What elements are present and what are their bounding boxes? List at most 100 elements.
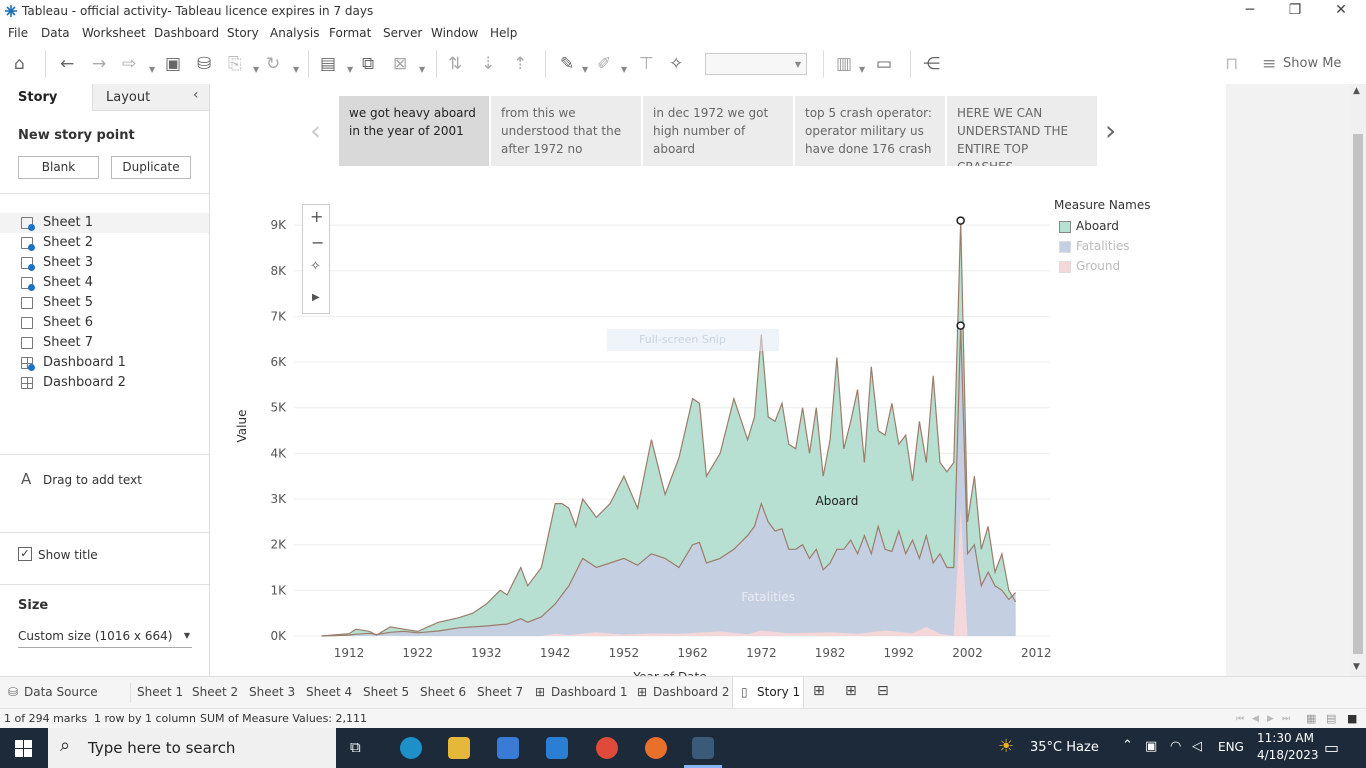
- meet-now-icon[interactable]: ▣: [1145, 739, 1157, 754]
- sheet-list-item[interactable]: Sheet 4: [0, 273, 209, 293]
- tab-sheet-3[interactable]: Sheet 3: [249, 685, 295, 699]
- chevron-down-icon[interactable]: ▼: [253, 60, 259, 80]
- tab-story-1[interactable]: ▯ Story 1: [732, 677, 804, 708]
- windows-start-icon[interactable]: [15, 740, 32, 757]
- story-point-1[interactable]: we got heavy aboard in the year of 2001: [339, 96, 489, 166]
- minimize-icon[interactable]: ─: [1240, 2, 1260, 18]
- tab-dashboard-1[interactable]: Dashboard 1: [551, 685, 628, 699]
- tab-sheet-2[interactable]: Sheet 2: [192, 685, 238, 699]
- scroll-thumb[interactable]: [1353, 134, 1363, 654]
- firefox-icon[interactable]: [645, 737, 667, 759]
- pin-axis-icon[interactable]: ✧: [310, 259, 321, 274]
- presentation-mode-icon[interactable]: ▭: [876, 54, 892, 74]
- refresh-icon[interactable]: ↻: [266, 54, 280, 74]
- notifications-icon[interactable]: ▭: [1324, 738, 1339, 757]
- chrome-icon[interactable]: [596, 737, 618, 759]
- chevron-down-icon[interactable]: ▼: [419, 60, 425, 80]
- chevron-down-icon[interactable]: ▼: [149, 60, 155, 80]
- show-me-icon[interactable]: ≡: [1262, 54, 1276, 74]
- menu-server[interactable]: Server: [383, 26, 422, 40]
- sheet-sorter-icon[interactable]: ▦: [1306, 712, 1316, 725]
- tab-data-source[interactable]: Data Source: [24, 685, 98, 699]
- menu-data[interactable]: Data: [41, 26, 70, 40]
- prev-page-icon[interactable]: ◀: [1252, 714, 1259, 724]
- sheet-list-item[interactable]: Sheet 3: [0, 253, 209, 273]
- mail-icon[interactable]: [546, 737, 568, 759]
- tabs-view-icon[interactable]: ■: [1347, 712, 1357, 725]
- show-me-button[interactable]: Show Me: [1283, 56, 1341, 71]
- redo-icon[interactable]: →: [92, 54, 106, 74]
- store-icon[interactable]: [497, 737, 519, 759]
- next-story-point-arrow[interactable]: ›: [1105, 114, 1116, 147]
- restore-icon[interactable]: ❐: [1285, 2, 1305, 18]
- weather-text[interactable]: 35°C Haze: [1030, 740, 1099, 755]
- paste-icon[interactable]: ⎘: [228, 54, 242, 74]
- sheet-list-item[interactable]: Sheet 1: [0, 213, 209, 233]
- show-title-checkbox[interactable]: ✓: [18, 547, 32, 561]
- chevron-down-icon[interactable]: ▼: [293, 60, 299, 80]
- text-label-icon[interactable]: ⊤: [639, 54, 654, 74]
- first-page-icon[interactable]: ⏮: [1236, 714, 1244, 724]
- share-icon[interactable]: ⋲: [923, 54, 940, 74]
- clear-sheet-icon[interactable]: ⊠: [393, 54, 407, 74]
- new-story-tab-icon[interactable]: ⊟: [877, 683, 889, 699]
- home-icon[interactable]: ⌂: [14, 54, 25, 74]
- new-datasource-icon[interactable]: ⛁: [197, 54, 211, 74]
- size-dropdown[interactable]: Custom size (1016 x 664) ▼: [18, 626, 192, 648]
- story-point-5[interactable]: HERE WE CAN UNDERSTAND THE ENTIRE TOP CR…: [947, 96, 1097, 166]
- new-worksheet-tab-icon[interactable]: ⊞: [813, 683, 825, 699]
- replay-icon[interactable]: ⇨: [122, 54, 136, 74]
- collapse-panel-icon[interactable]: ‹: [193, 87, 199, 103]
- sheet-list-item[interactable]: Sheet 2: [0, 233, 209, 253]
- next-page-icon[interactable]: ▶: [1267, 714, 1274, 724]
- menu-format[interactable]: Format: [329, 26, 371, 40]
- clock-time[interactable]: 11:30 AM: [1257, 731, 1314, 745]
- save-icon[interactable]: ▣: [165, 54, 181, 74]
- menu-dashboard[interactable]: Dashboard: [154, 26, 219, 40]
- wifi-icon[interactable]: ◠: [1170, 739, 1181, 754]
- edge-icon[interactable]: [400, 737, 422, 759]
- swap-icon[interactable]: ⇅: [448, 54, 462, 74]
- menu-file[interactable]: File: [8, 26, 28, 40]
- story-point-3[interactable]: in dec 1972 we got high number of aboard: [643, 96, 793, 166]
- sheet-list-item[interactable]: Dashboard 1: [0, 353, 209, 373]
- show-hidden-icons-icon[interactable]: ⌃: [1122, 738, 1133, 753]
- legend-item[interactable]: Ground: [1059, 259, 1209, 277]
- zoom-in-icon[interactable]: +: [310, 207, 323, 226]
- scroll-up-icon[interactable]: ▲: [1353, 86, 1360, 96]
- sort-ascending-icon[interactable]: ⇣: [481, 54, 495, 74]
- sort-descending-icon[interactable]: ⇡: [513, 54, 527, 74]
- expand-toolbar-icon[interactable]: ▶: [312, 292, 320, 303]
- tab-layout[interactable]: Layout ‹: [92, 84, 209, 111]
- sheet-list-item[interactable]: Sheet 5: [0, 293, 209, 313]
- volume-icon[interactable]: ◁: [1192, 739, 1202, 754]
- story-point-2[interactable]: from this we understood that the after 1…: [491, 96, 641, 166]
- tab-story[interactable]: Story: [0, 84, 92, 111]
- menu-window[interactable]: Window: [431, 26, 478, 40]
- show-cards-icon[interactable]: ▥: [836, 54, 852, 74]
- zoom-out-icon[interactable]: −: [311, 233, 324, 252]
- chevron-down-icon[interactable]: ▼: [859, 60, 865, 80]
- blank-button[interactable]: Blank: [18, 156, 99, 179]
- undo-icon[interactable]: ←: [60, 54, 74, 74]
- format-painter-icon[interactable]: ⊓: [1225, 54, 1238, 74]
- chevron-down-icon[interactable]: ▼: [582, 60, 588, 80]
- new-dashboard-tab-icon[interactable]: ⊞: [845, 683, 857, 699]
- previous-story-point-arrow[interactable]: ‹: [310, 114, 321, 147]
- filmstrip-icon[interactable]: ▤: [1326, 712, 1336, 725]
- menu-help[interactable]: Help: [490, 26, 517, 40]
- file-explorer-icon[interactable]: [448, 737, 470, 759]
- tab-sheet-6[interactable]: Sheet 6: [420, 685, 466, 699]
- tab-sheet-7[interactable]: Sheet 7: [477, 685, 523, 699]
- menu-analysis[interactable]: Analysis: [270, 26, 319, 40]
- sheet-list-item[interactable]: Sheet 7: [0, 333, 209, 353]
- menu-story[interactable]: Story: [227, 26, 259, 40]
- duplicate-sheet-icon[interactable]: ⧉: [362, 54, 374, 74]
- chevron-down-icon[interactable]: ▼: [347, 60, 353, 80]
- fit-dropdown[interactable]: ▼: [705, 53, 807, 75]
- taskbar-search[interactable]: ⌕ Type here to search: [48, 728, 336, 768]
- tableau-taskbar-icon[interactable]: [692, 737, 714, 759]
- menu-worksheet[interactable]: Worksheet: [82, 26, 146, 40]
- duplicate-button[interactable]: Duplicate: [111, 156, 191, 179]
- pin-icon[interactable]: ✧: [669, 54, 683, 74]
